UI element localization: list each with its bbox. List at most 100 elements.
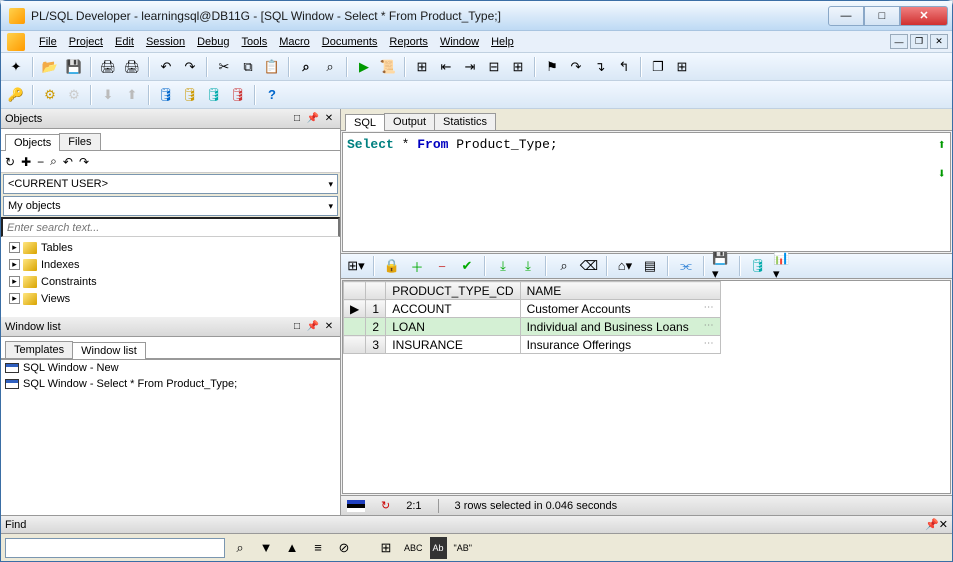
panel-close-icon[interactable]: ✕ (322, 112, 336, 126)
db-yellow-icon[interactable]: 🛢 (179, 84, 201, 106)
object-tree[interactable]: ▸Tables ▸Indexes ▸Constraints ▸Views (1, 237, 340, 317)
gear2-icon[interactable]: ⚙ (63, 84, 85, 106)
cut-icon[interactable]: ✂ (213, 56, 235, 78)
wl-pin-icon[interactable]: 📌 (306, 320, 320, 334)
mdi-minimize-button[interactable]: — (890, 34, 908, 49)
list-item[interactable]: SQL Window - Select * From Product_Type; (1, 376, 340, 392)
explain-plan-icon[interactable]: ⊞ (411, 56, 433, 78)
db-icon[interactable]: 🛢 (747, 255, 769, 277)
tab-objects[interactable]: Objects (5, 134, 60, 151)
result-grid[interactable]: PRODUCT_TYPE_CD NAME ▶ 1 ACCOUNT Custome… (342, 280, 951, 494)
next-object-icon[interactable]: ↷ (79, 155, 89, 169)
indent-left-icon[interactable]: ⇤ (435, 56, 457, 78)
refresh-status-icon[interactable]: ↻ (381, 499, 390, 512)
gear-icon[interactable]: ⚙ (39, 84, 61, 106)
remove-object-icon[interactable]: − (37, 155, 44, 169)
find-dropdown-icon[interactable]: ▼ (255, 537, 277, 559)
mdi-close-button[interactable]: ✕ (930, 34, 948, 49)
maximize-button[interactable]: □ (864, 6, 900, 26)
open-icon[interactable]: 📂 (39, 56, 61, 78)
commit-icon[interactable]: ⬇ (97, 84, 119, 106)
refresh-tree-icon[interactable]: ↻ (5, 155, 15, 169)
tab-files[interactable]: Files (59, 133, 100, 150)
menu-project[interactable]: Project (63, 34, 109, 50)
lock-icon[interactable]: 🔒 (381, 255, 403, 277)
table-row[interactable]: ▶ 1 ACCOUNT Customer Accounts⋯ (344, 300, 721, 318)
step-over-icon[interactable]: ↷ (565, 56, 587, 78)
delete-row-icon[interactable]: − (431, 255, 453, 277)
column-header[interactable]: PRODUCT_TYPE_CD (386, 282, 520, 300)
tab-windowlist[interactable]: Window list (72, 342, 146, 359)
help-icon[interactable]: ? (261, 84, 283, 106)
user-dropdown[interactable]: <CURRENT USER> (3, 174, 338, 194)
add-row-icon[interactable]: ＋ (406, 255, 428, 277)
list-item[interactable]: SQL Window - New (1, 360, 340, 376)
tree-item-views[interactable]: ▸Views (3, 290, 338, 307)
tab-sql[interactable]: SQL (345, 114, 385, 131)
menu-file[interactable]: File (33, 34, 63, 50)
find-clear-icon[interactable]: ⊘ (333, 537, 355, 559)
menu-edit[interactable]: Edit (109, 34, 140, 50)
single-record-icon[interactable]: ▤ (639, 255, 661, 277)
cascade-windows-icon[interactable]: ❐ (647, 56, 669, 78)
export-icon[interactable]: 💾▾ (711, 255, 733, 277)
db-blue-icon[interactable]: 🛢 (155, 84, 177, 106)
tab-statistics[interactable]: Statistics (434, 113, 496, 130)
find-go-icon[interactable]: ⌕ (229, 537, 251, 559)
prev-object-icon[interactable]: ↶ (63, 155, 73, 169)
find-in-grid-icon[interactable]: ⌕ (553, 255, 575, 277)
print-icon[interactable]: 🖨 (97, 56, 119, 78)
grid-view-icon[interactable]: ⊞▾ (345, 255, 367, 277)
rollback-icon[interactable]: ⬆ (121, 84, 143, 106)
query-builder-icon[interactable]: ⌂▾ (614, 255, 636, 277)
wl-close-icon[interactable]: ✕ (322, 320, 336, 334)
new-icon[interactable]: ✦ (5, 56, 27, 78)
break-icon[interactable]: ⚑ (541, 56, 563, 78)
close-button[interactable]: ✕ (900, 6, 948, 26)
find-options-icon[interactable]: ⊞ (375, 537, 397, 559)
find-pin-icon[interactable]: 📌 (925, 518, 939, 531)
undo-icon[interactable]: ↶ (155, 56, 177, 78)
execute-icon[interactable]: ▶ (353, 56, 375, 78)
db-red-icon[interactable]: 🛢 (227, 84, 249, 106)
sql-editor[interactable]: Select * From Product_Type; ⬆ ⬇ (342, 132, 951, 252)
fetch-first-icon[interactable]: ⤓ (492, 255, 514, 277)
save-icon[interactable]: 💾 (63, 56, 85, 78)
panel-float-icon[interactable]: □ (290, 112, 304, 126)
print-setup-icon[interactable]: 🖨 (121, 56, 143, 78)
clear-grid-icon[interactable]: ⌫ (578, 255, 600, 277)
menu-reports[interactable]: Reports (383, 34, 434, 50)
panel-pin-icon[interactable]: 📌 (306, 112, 320, 126)
indent-right-icon[interactable]: ⇥ (459, 56, 481, 78)
uncomment-icon[interactable]: ⊞ (507, 56, 529, 78)
paste-icon[interactable]: 📋 (261, 56, 283, 78)
post-icon[interactable]: ✔ (456, 255, 478, 277)
tree-item-indexes[interactable]: ▸Indexes (3, 256, 338, 273)
find-object-icon[interactable]: ⌕ (50, 154, 57, 169)
find-highlight-icon[interactable]: ≡ (307, 537, 329, 559)
step-out-icon[interactable]: ↰ (613, 56, 635, 78)
redo-icon[interactable]: ↷ (179, 56, 201, 78)
logon-icon[interactable]: 🔑 (5, 84, 27, 106)
db-cyan-icon[interactable]: 🛢 (203, 84, 225, 106)
minimize-button[interactable]: — (828, 6, 864, 26)
link-icon[interactable]: ⫘ (675, 255, 697, 277)
find-icon[interactable]: ⌕ (295, 56, 317, 78)
table-row[interactable]: 2 LOAN Individual and Business Loans⋯ (344, 318, 721, 336)
wl-float-icon[interactable]: □ (290, 320, 304, 334)
tree-item-tables[interactable]: ▸Tables (3, 239, 338, 256)
menu-window[interactable]: Window (434, 34, 485, 50)
column-header[interactable]: NAME (520, 282, 720, 300)
find-input[interactable] (5, 538, 225, 558)
find-close-icon[interactable]: ✕ (939, 518, 948, 531)
find-case-icon[interactable]: ABC (401, 537, 426, 559)
find-prev-icon[interactable]: ▲ (281, 537, 303, 559)
menu-session[interactable]: Session (140, 34, 191, 50)
find-next-icon[interactable]: ⌕ (319, 56, 341, 78)
execute-script-icon[interactable]: 📜 (377, 56, 399, 78)
tab-output[interactable]: Output (384, 113, 435, 130)
fetch-all-icon[interactable]: ⤓ (517, 255, 539, 277)
menu-help[interactable]: Help (485, 34, 520, 50)
copy-icon[interactable]: ⧉ (237, 56, 259, 78)
comment-icon[interactable]: ⊟ (483, 56, 505, 78)
